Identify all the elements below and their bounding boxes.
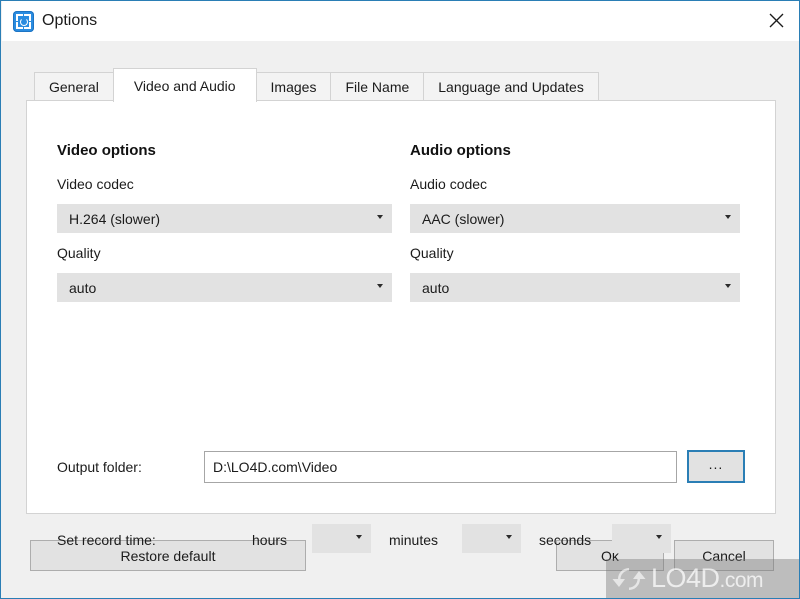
chevron-down-icon bbox=[725, 284, 731, 288]
audio-quality-label: Quality bbox=[410, 245, 454, 261]
audio-options-heading: Audio options bbox=[410, 142, 511, 159]
minutes-label: minutes bbox=[389, 532, 439, 548]
chevron-down-icon bbox=[725, 215, 731, 219]
hours-dropdown[interactable] bbox=[312, 524, 371, 553]
video-quality-dropdown[interactable]: auto bbox=[57, 273, 392, 302]
close-button[interactable] bbox=[753, 1, 799, 40]
chevron-down-icon bbox=[656, 535, 662, 539]
screen-recorder-icon bbox=[13, 11, 34, 32]
browse-folder-button[interactable]: ... bbox=[687, 450, 745, 483]
video-codec-dropdown[interactable]: H.264 (slower) bbox=[57, 204, 392, 233]
tab-content-panel: Video options Video codec H.264 (slower)… bbox=[26, 100, 776, 553]
tab-general[interactable]: General bbox=[34, 72, 114, 101]
video-options-heading: Video options bbox=[57, 142, 156, 159]
seconds-label: seconds bbox=[539, 532, 592, 548]
watermark-suffix: .com bbox=[719, 568, 764, 592]
chevron-down-icon bbox=[377, 284, 383, 288]
audio-codec-dropdown[interactable]: AAC (slower) bbox=[410, 204, 740, 233]
tab-language-and-updates[interactable]: Language and Updates bbox=[423, 72, 599, 101]
audio-codec-value: AAC (slower) bbox=[422, 210, 505, 227]
close-icon bbox=[769, 13, 783, 28]
tab-file-name[interactable]: File Name bbox=[330, 72, 425, 101]
video-quality-value: auto bbox=[69, 279, 97, 296]
tab-video-and-audio[interactable]: Video and Audio bbox=[112, 68, 257, 102]
tab-strip: General Video and Audio Images File Name… bbox=[34, 68, 599, 102]
title-bar: Options bbox=[2, 1, 799, 41]
tab-images[interactable]: Images bbox=[255, 72, 332, 101]
audio-quality-dropdown[interactable]: auto bbox=[410, 273, 740, 302]
output-folder-label: Output folder: bbox=[57, 459, 142, 475]
video-quality-label: Quality bbox=[57, 245, 101, 261]
window-title: Options bbox=[42, 12, 98, 29]
audio-quality-value: auto bbox=[422, 279, 450, 296]
seconds-dropdown[interactable] bbox=[612, 524, 671, 553]
chevron-down-icon bbox=[506, 535, 512, 539]
audio-codec-label: Audio codec bbox=[410, 176, 488, 192]
video-codec-value: H.264 (slower) bbox=[69, 210, 161, 227]
cancel-button[interactable]: Cancel bbox=[674, 540, 774, 571]
options-dialog-window: Options General Video and Audio Images F… bbox=[0, 0, 800, 599]
video-codec-label: Video codec bbox=[57, 176, 134, 192]
chevron-down-icon bbox=[377, 215, 383, 219]
output-folder-input[interactable] bbox=[204, 451, 677, 483]
minutes-dropdown[interactable] bbox=[462, 524, 521, 553]
set-record-time-label: Set record time: bbox=[57, 532, 156, 548]
chevron-down-icon bbox=[356, 535, 362, 539]
hours-label: hours bbox=[252, 532, 288, 548]
